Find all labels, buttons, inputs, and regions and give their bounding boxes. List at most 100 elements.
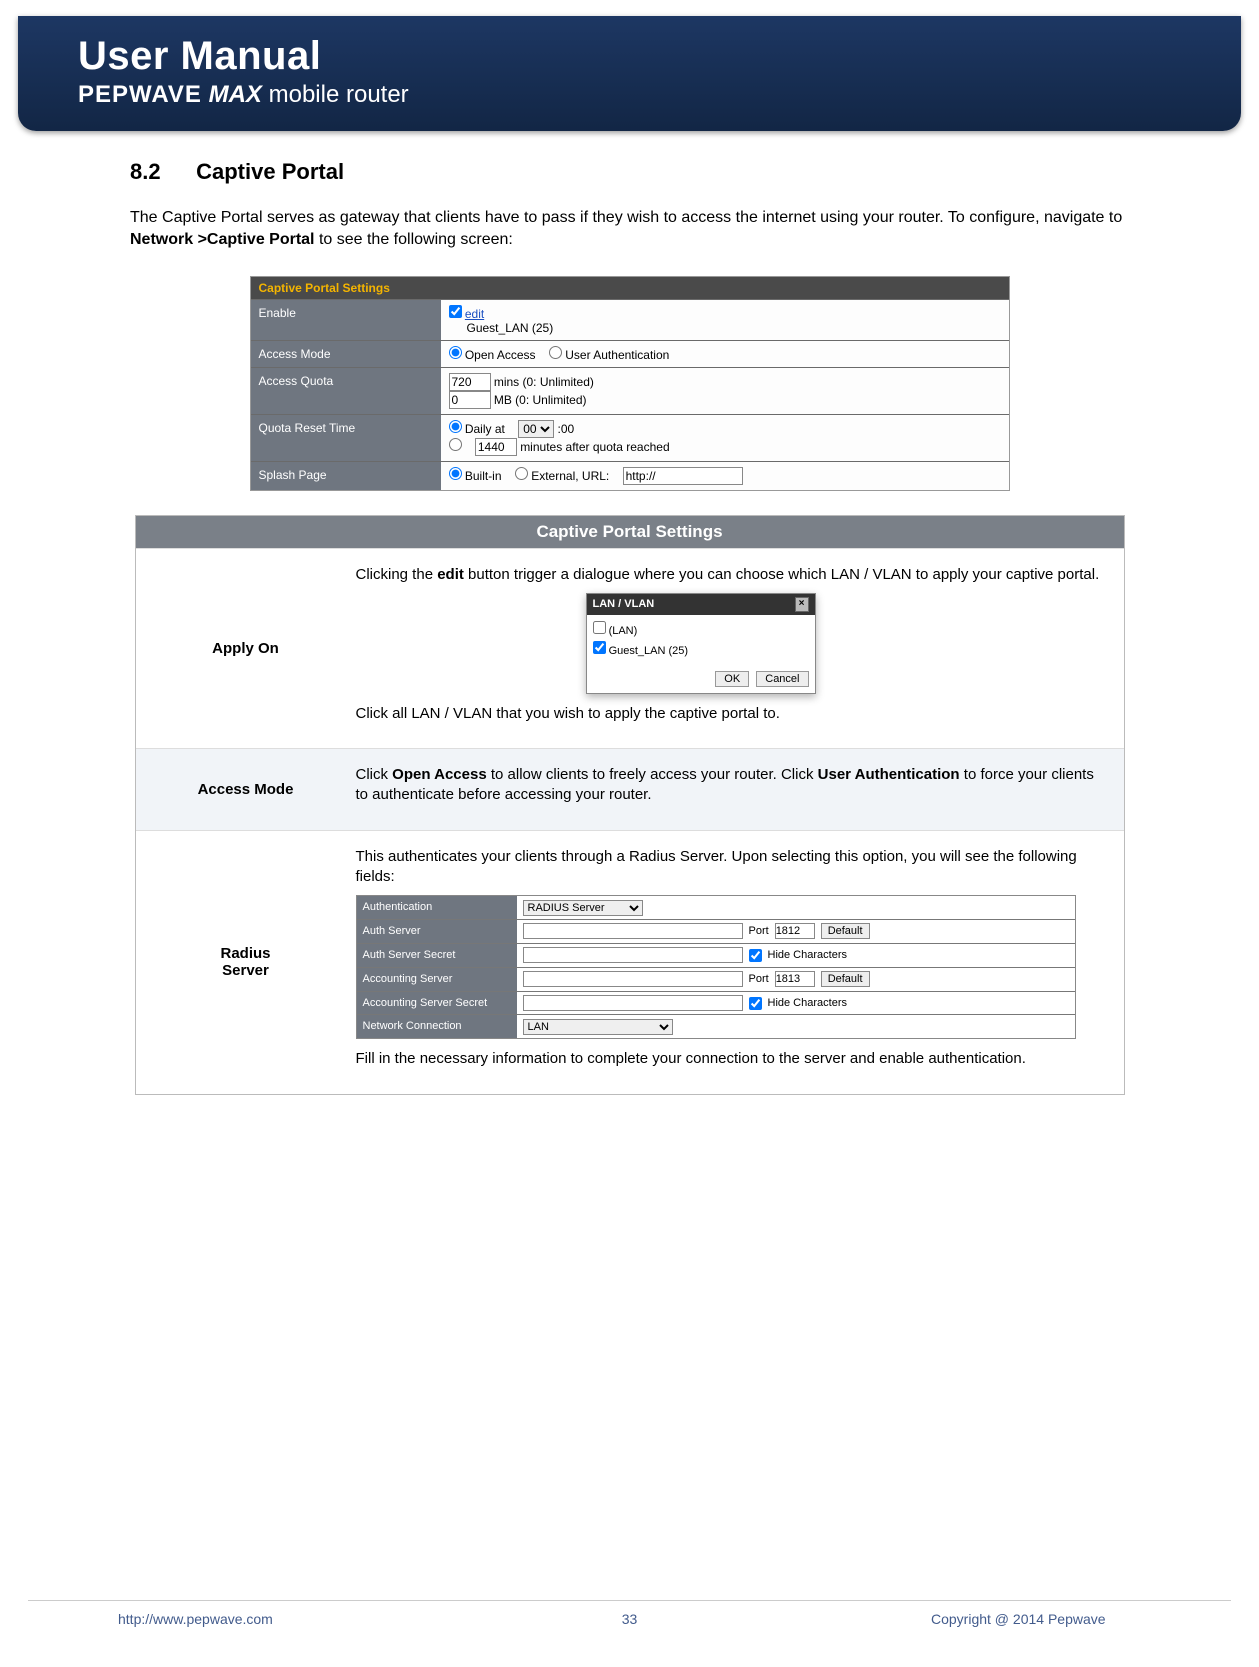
cancel-button[interactable]: Cancel <box>756 671 808 687</box>
footer-page-number: 33 <box>328 1611 931 1627</box>
desc-table-header: Captive Portal Settings <box>136 516 1124 548</box>
apply-on-t1: Clicking the <box>356 566 438 583</box>
ok-button[interactable]: OK <box>715 671 749 687</box>
am-userauth-bold: User Authentication <box>818 766 960 783</box>
value-access-mode: Open Access User Authentication <box>441 341 1009 367</box>
am-t2: to allow clients to freely access your r… <box>487 766 818 783</box>
r-hide-label-1: Hide Characters <box>768 948 847 963</box>
close-icon[interactable]: × <box>795 597 809 612</box>
r-input-port1[interactable] <box>775 923 815 939</box>
r-input-port2[interactable] <box>775 971 815 987</box>
content-area: 8.2 Captive Portal The Captive Portal se… <box>0 131 1259 1095</box>
external-url-input[interactable] <box>623 467 743 485</box>
r-port-label-1: Port <box>749 924 769 939</box>
minutes-after-label: minutes after quota reached <box>520 440 669 454</box>
value-access-quota: mins (0: Unlimited) MB (0: Unlimited) <box>441 368 1009 414</box>
row-enable: Enable edit Guest_LAN (25) <box>251 299 1009 340</box>
radio-user-auth[interactable] <box>549 346 562 359</box>
product-max: MAX <box>209 81 262 108</box>
intro-text-1: The Captive Portal serves as gateway tha… <box>130 209 1122 226</box>
intro-paragraph: The Captive Portal serves as gateway tha… <box>130 207 1129 250</box>
radio-builtin[interactable] <box>449 467 462 480</box>
radio-minutes-after[interactable] <box>449 438 462 451</box>
r-hide-check-2[interactable] <box>749 997 762 1010</box>
r-select-network[interactable]: LAN <box>523 1019 673 1035</box>
r-hide-label-2: Hide Characters <box>768 996 847 1011</box>
r-input-acct-server[interactable] <box>523 971 743 987</box>
r-label-network: Network Connection <box>357 1015 517 1038</box>
r-label-auth-secret: Auth Server Secret <box>357 944 517 967</box>
page-footer: http://www.pepwave.com 33 Copyright @ 20… <box>28 1600 1231 1627</box>
label-enable: Enable <box>251 300 441 340</box>
desc-body-radius: This authenticates your clients through … <box>356 831 1124 1094</box>
apply-on-t2: button trigger a dialogue where you can … <box>464 566 1099 583</box>
am-open-bold: Open Access <box>392 766 487 783</box>
desc-row-access-mode: Access Mode Click Open Access to allow c… <box>136 748 1124 830</box>
dialog-check-lan[interactable] <box>593 621 606 634</box>
label-quota-reset: Quota Reset Time <box>251 415 441 461</box>
desc-row-radius: Radius Server This authenticates your cl… <box>136 830 1124 1094</box>
r-default-button-2[interactable]: Default <box>821 971 870 987</box>
r-input-auth-secret[interactable] <box>523 947 743 963</box>
dialog-check-guest[interactable] <box>593 641 606 654</box>
value-splash-page: Built-in External, URL: <box>441 462 1009 490</box>
lan-vlan-dialog: LAN / VLAN × (LAN) Guest_LAN (25) OK Can… <box>586 593 816 694</box>
label-access-quota: Access Quota <box>251 368 441 414</box>
desc-body-access-mode: Click Open Access to allow clients to fr… <box>356 749 1124 830</box>
quota-mins-label: mins (0: Unlimited) <box>494 375 594 389</box>
radius-label-2: Server <box>222 962 269 979</box>
page: User Manual PEPWAVE MAX mobile router 8.… <box>0 16 1259 1667</box>
intro-nav-path: Network >Captive Portal <box>130 231 315 248</box>
r-port-label-2: Port <box>749 972 769 987</box>
opt-user-auth: User Authentication <box>565 348 669 362</box>
opt-builtin: Built-in <box>465 469 502 483</box>
opt-open-access: Open Access <box>465 348 536 362</box>
r-input-auth-server[interactable] <box>523 923 743 939</box>
row-quota-reset: Quota Reset Time Daily at 00 :00 minutes… <box>251 414 1009 461</box>
radio-daily[interactable] <box>449 420 462 433</box>
section-title: Captive Portal <box>196 159 344 184</box>
r-select-auth[interactable]: RADIUS Server <box>523 900 643 916</box>
desc-row-apply-on: Apply On Clicking the edit button trigge… <box>136 548 1124 748</box>
radius-p1: This authenticates your clients through … <box>356 847 1106 888</box>
radio-external[interactable] <box>515 467 528 480</box>
hour-suffix: :00 <box>558 422 575 436</box>
radio-open-access[interactable] <box>449 346 462 359</box>
desc-label-access-mode: Access Mode <box>136 749 356 830</box>
minutes-after-input[interactable] <box>475 438 517 456</box>
captive-portal-settings-panel: Captive Portal Settings Enable edit Gues… <box>250 276 1010 491</box>
enable-checkbox[interactable] <box>449 305 462 318</box>
r-label-acct-secret: Accounting Server Secret <box>357 992 517 1015</box>
row-access-mode: Access Mode Open Access User Authenticat… <box>251 340 1009 367</box>
product-tail: mobile router <box>269 81 409 108</box>
opt-external: External, URL: <box>531 469 609 483</box>
radius-fields-mock: Authentication RADIUS Server Auth Server… <box>356 895 1076 1039</box>
doc-subtitle: PEPWAVE MAX mobile router <box>78 81 1209 109</box>
label-splash-page: Splash Page <box>251 462 441 490</box>
r-default-button-1[interactable]: Default <box>821 923 870 939</box>
r-label-auth-server: Auth Server <box>357 920 517 943</box>
settings-panel-title: Captive Portal Settings <box>251 277 1009 299</box>
dialog-item-lan: (LAN) <box>609 625 638 637</box>
r-hide-check-1[interactable] <box>749 949 762 962</box>
footer-copyright: Copyright @ 2014 Pepwave <box>931 1611 1231 1627</box>
radius-label-1: Radius <box>220 945 270 962</box>
enable-lan-name: Guest_LAN (25) <box>467 321 554 335</box>
brand-name: PEPWAVE <box>78 81 202 108</box>
dialog-buttons: OK Cancel <box>587 667 815 693</box>
footer-url: http://www.pepwave.com <box>28 1611 328 1627</box>
intro-text-2: to see the following screen: <box>315 231 513 248</box>
quota-mb-label: MB (0: Unlimited) <box>494 393 587 407</box>
radius-p2: Fill in the necessary information to com… <box>356 1049 1106 1069</box>
desc-label-apply-on: Apply On <box>136 549 356 748</box>
hour-select[interactable]: 00 <box>518 420 554 438</box>
r-input-acct-secret[interactable] <box>523 995 743 1011</box>
dialog-title: LAN / VLAN <box>593 597 655 612</box>
section-heading: 8.2 Captive Portal <box>130 159 1129 185</box>
row-splash-page: Splash Page Built-in External, URL: <box>251 461 1009 490</box>
enable-edit-link[interactable]: edit <box>465 307 484 321</box>
quota-mins-input[interactable] <box>449 373 491 391</box>
r-label-acct-server: Accounting Server <box>357 968 517 991</box>
value-enable: edit Guest_LAN (25) <box>441 300 1009 340</box>
quota-mb-input[interactable] <box>449 391 491 409</box>
